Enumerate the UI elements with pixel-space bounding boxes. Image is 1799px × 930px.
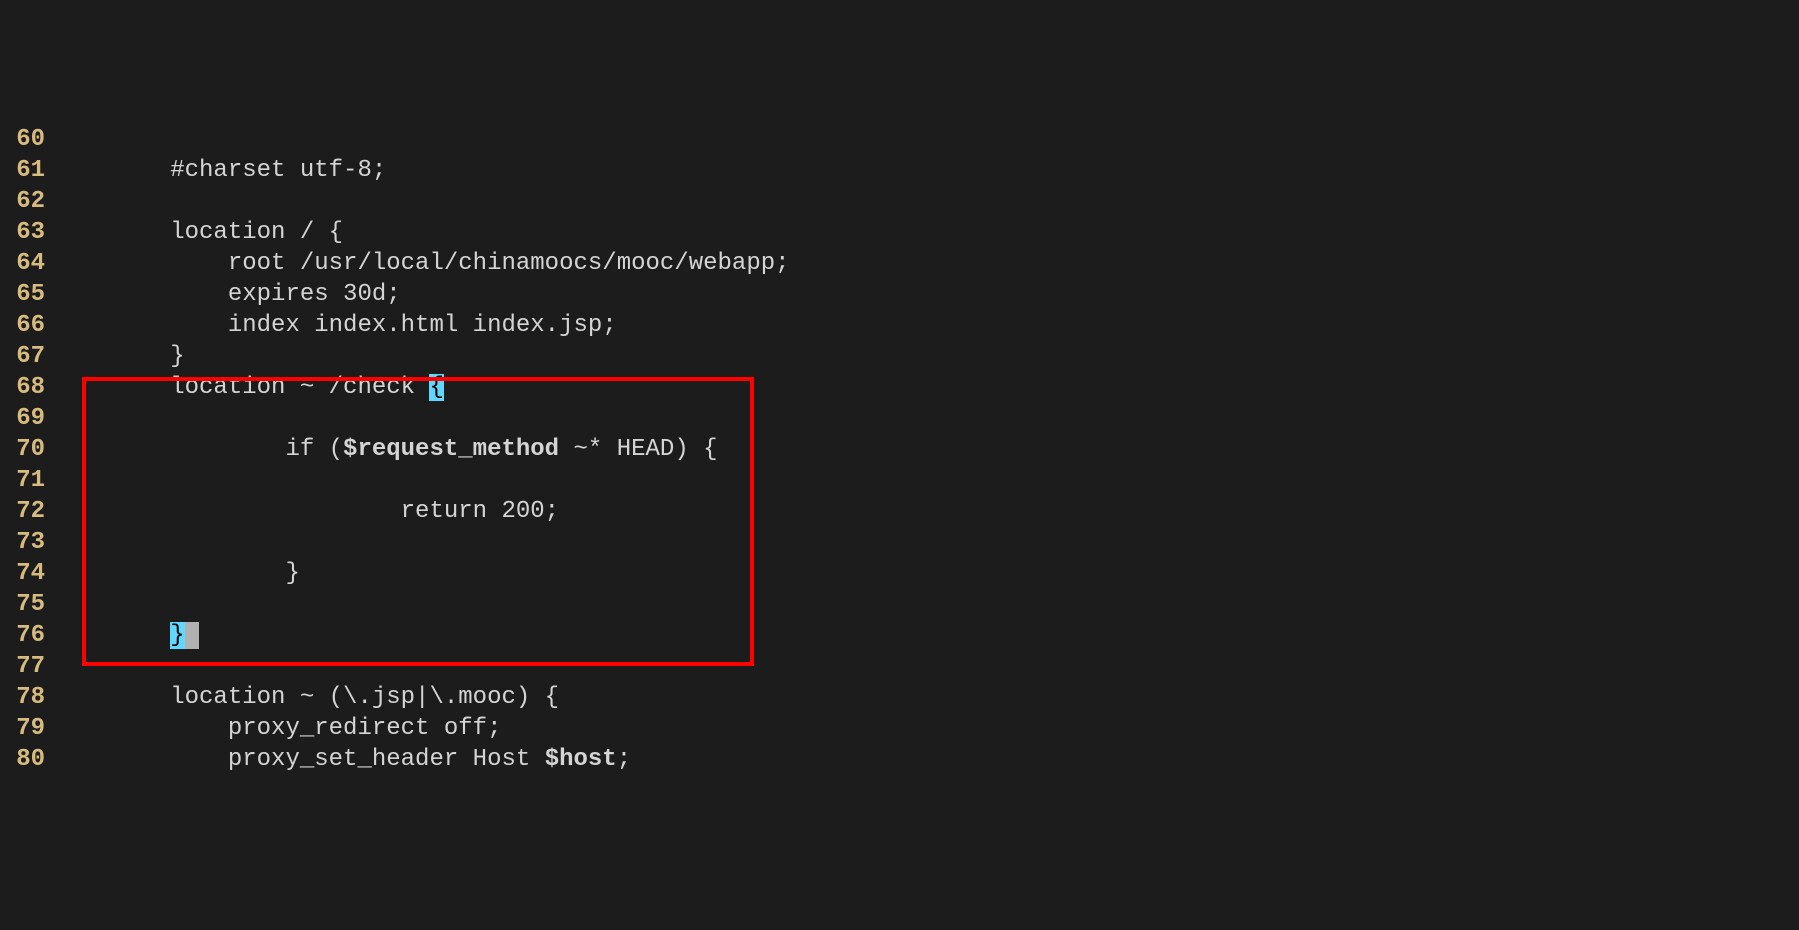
code-token: index index.html index.jsp; bbox=[228, 312, 617, 339]
code-content[interactable]: #charset utf-8; location / { root /usr/l… bbox=[55, 124, 1799, 775]
code-token: return 200; bbox=[401, 498, 559, 525]
code-line[interactable]: } bbox=[55, 341, 1799, 372]
code-token bbox=[55, 281, 228, 308]
code-token: } bbox=[285, 560, 299, 587]
code-token bbox=[55, 219, 170, 246]
line-number: 66 bbox=[0, 310, 45, 341]
code-line[interactable]: } bbox=[55, 558, 1799, 589]
line-number: 71 bbox=[0, 465, 45, 496]
line-number: 73 bbox=[0, 527, 45, 558]
code-token: } bbox=[170, 343, 184, 370]
code-line[interactable]: #charset utf-8; bbox=[55, 155, 1799, 186]
code-token: proxy_set_header Host bbox=[228, 746, 545, 773]
code-line[interactable]: expires 30d; bbox=[55, 279, 1799, 310]
code-line[interactable]: if ($request_method ~* HEAD) { bbox=[55, 434, 1799, 465]
code-line[interactable]: } bbox=[55, 620, 1799, 651]
code-line[interactable] bbox=[55, 403, 1799, 434]
code-token bbox=[55, 622, 170, 649]
line-number: 67 bbox=[0, 341, 45, 372]
code-token: location ~ /check bbox=[170, 374, 429, 401]
code-token bbox=[55, 436, 285, 463]
code-token bbox=[55, 715, 228, 742]
code-token: root /usr/local/chinamoocs/mooc/webapp; bbox=[228, 250, 790, 277]
line-number: 70 bbox=[0, 434, 45, 465]
code-token bbox=[55, 560, 285, 587]
code-line[interactable]: index index.html index.jsp; bbox=[55, 310, 1799, 341]
line-number-gutter: 6061626364656667686970717273747576777879… bbox=[0, 124, 55, 775]
code-line[interactable] bbox=[55, 527, 1799, 558]
line-number: 77 bbox=[0, 651, 45, 682]
code-line[interactable]: root /usr/local/chinamoocs/mooc/webapp; bbox=[55, 248, 1799, 279]
line-number: 80 bbox=[0, 744, 45, 775]
code-token: expires 30d; bbox=[228, 281, 401, 308]
line-number: 79 bbox=[0, 713, 45, 744]
line-number: 75 bbox=[0, 589, 45, 620]
code-token: ; bbox=[617, 746, 631, 773]
code-token bbox=[55, 684, 170, 711]
code-token: proxy_redirect off; bbox=[228, 715, 502, 742]
line-number: 78 bbox=[0, 682, 45, 713]
code-token bbox=[55, 157, 170, 184]
code-line[interactable]: return 200; bbox=[55, 496, 1799, 527]
line-number: 62 bbox=[0, 186, 45, 217]
line-number: 61 bbox=[0, 155, 45, 186]
line-number: 64 bbox=[0, 248, 45, 279]
code-line[interactable] bbox=[55, 186, 1799, 217]
code-line[interactable] bbox=[55, 465, 1799, 496]
code-line[interactable]: location ~ (\.jsp|\.mooc) { bbox=[55, 682, 1799, 713]
code-token bbox=[55, 312, 228, 339]
line-number: 72 bbox=[0, 496, 45, 527]
code-line[interactable]: location / { bbox=[55, 217, 1799, 248]
code-token: location / { bbox=[170, 219, 343, 246]
line-number: 63 bbox=[0, 217, 45, 248]
code-token: location ~ (\.jsp|\.mooc) { bbox=[170, 684, 559, 711]
code-token bbox=[185, 622, 199, 649]
line-number: 69 bbox=[0, 403, 45, 434]
line-number: 65 bbox=[0, 279, 45, 310]
code-editor[interactable]: 6061626364656667686970717273747576777879… bbox=[0, 124, 1799, 775]
code-line[interactable]: location ~ /check { bbox=[55, 372, 1799, 403]
code-token bbox=[55, 746, 228, 773]
line-number: 68 bbox=[0, 372, 45, 403]
code-line[interactable] bbox=[55, 651, 1799, 682]
code-line[interactable] bbox=[55, 124, 1799, 155]
code-token: } bbox=[170, 622, 184, 649]
code-token bbox=[55, 250, 228, 277]
line-number: 60 bbox=[0, 124, 45, 155]
code-token bbox=[55, 343, 170, 370]
code-token: ~* HEAD) { bbox=[559, 436, 717, 463]
code-token: if ( bbox=[285, 436, 343, 463]
code-token: $host bbox=[545, 746, 617, 773]
line-number: 76 bbox=[0, 620, 45, 651]
code-token: #charset utf-8; bbox=[170, 157, 386, 184]
code-token bbox=[55, 498, 401, 525]
line-number: 74 bbox=[0, 558, 45, 589]
code-token bbox=[55, 374, 170, 401]
code-line[interactable]: proxy_redirect off; bbox=[55, 713, 1799, 744]
code-line[interactable]: proxy_set_header Host $host; bbox=[55, 744, 1799, 775]
code-token: { bbox=[429, 374, 443, 401]
code-token: $request_method bbox=[343, 436, 559, 463]
code-line[interactable] bbox=[55, 589, 1799, 620]
